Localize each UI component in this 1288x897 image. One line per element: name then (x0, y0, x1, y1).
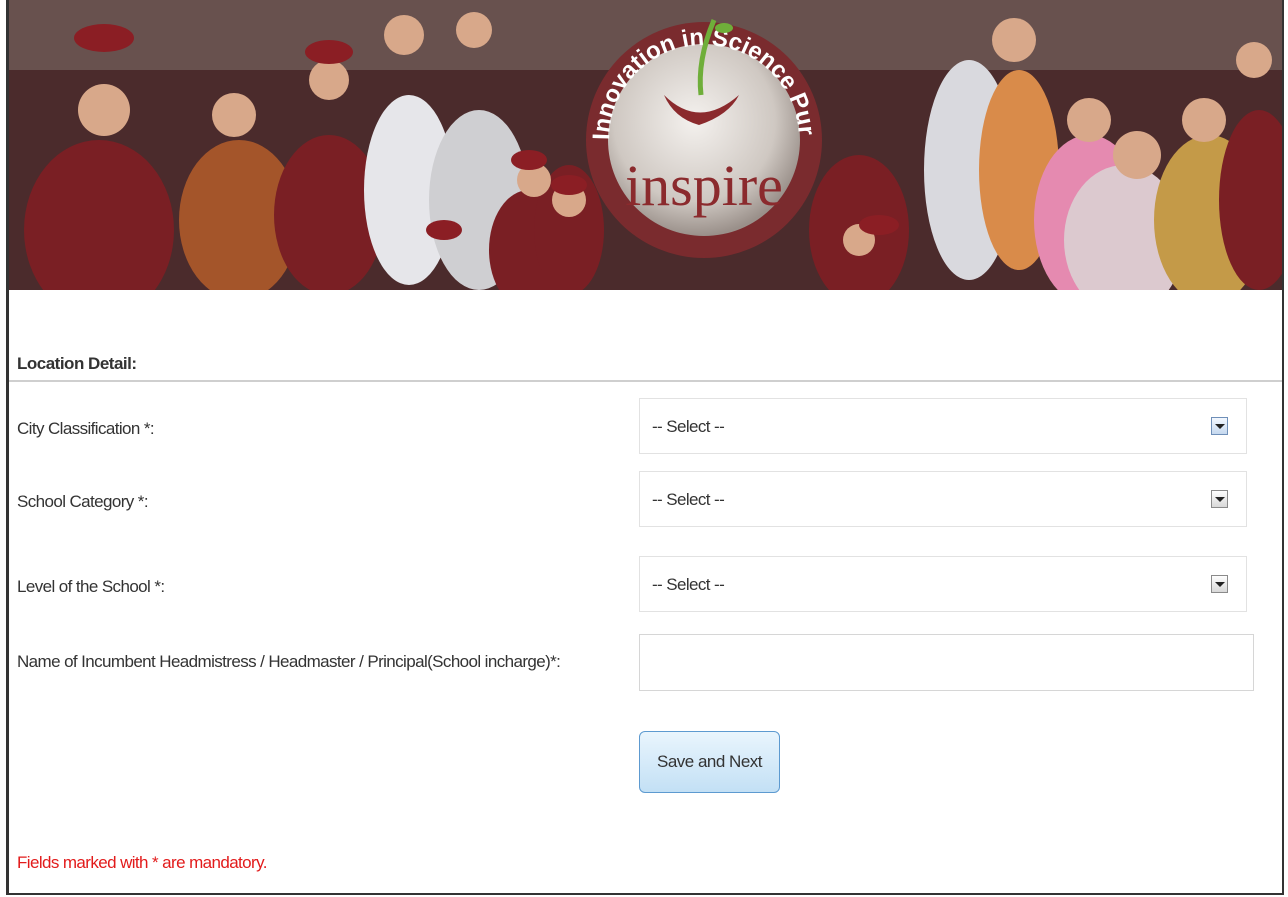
banner-photo: Innovation in Science Pursuit for Inspir… (9, 0, 1282, 290)
mandatory-note: Fields marked with * are mandatory. (17, 853, 267, 872)
city-classification-label: City Classification *: (17, 419, 155, 438)
school-level-label: Level of the School *: (17, 577, 165, 596)
header-banner: Innovation in Science Pursuit for Inspir… (9, 0, 1282, 290)
school-category-value: -- Select -- (652, 490, 725, 509)
principal-name-label: Name of Incumbent Headmistress / Headmas… (17, 652, 561, 671)
chevron-down-icon[interactable] (1211, 575, 1228, 593)
section-title-location: Location Detail: (17, 354, 137, 373)
city-classification-value: -- Select -- (652, 417, 725, 436)
page-frame: Innovation in Science Pursuit for Inspir… (6, 0, 1284, 895)
principal-name-input[interactable] (639, 634, 1254, 691)
school-level-select[interactable]: -- Select -- (639, 556, 1247, 612)
logo-word: inspire (625, 153, 783, 218)
school-category-label: School Category *: (17, 492, 149, 511)
section-divider (9, 380, 1282, 382)
city-classification-select[interactable]: -- Select -- (639, 398, 1247, 454)
chevron-down-icon[interactable] (1211, 417, 1228, 435)
school-level-value: -- Select -- (652, 575, 725, 594)
school-category-select[interactable]: -- Select -- (639, 471, 1247, 527)
chevron-down-icon[interactable] (1211, 490, 1228, 508)
save-and-next-button[interactable]: Save and Next (639, 731, 780, 793)
